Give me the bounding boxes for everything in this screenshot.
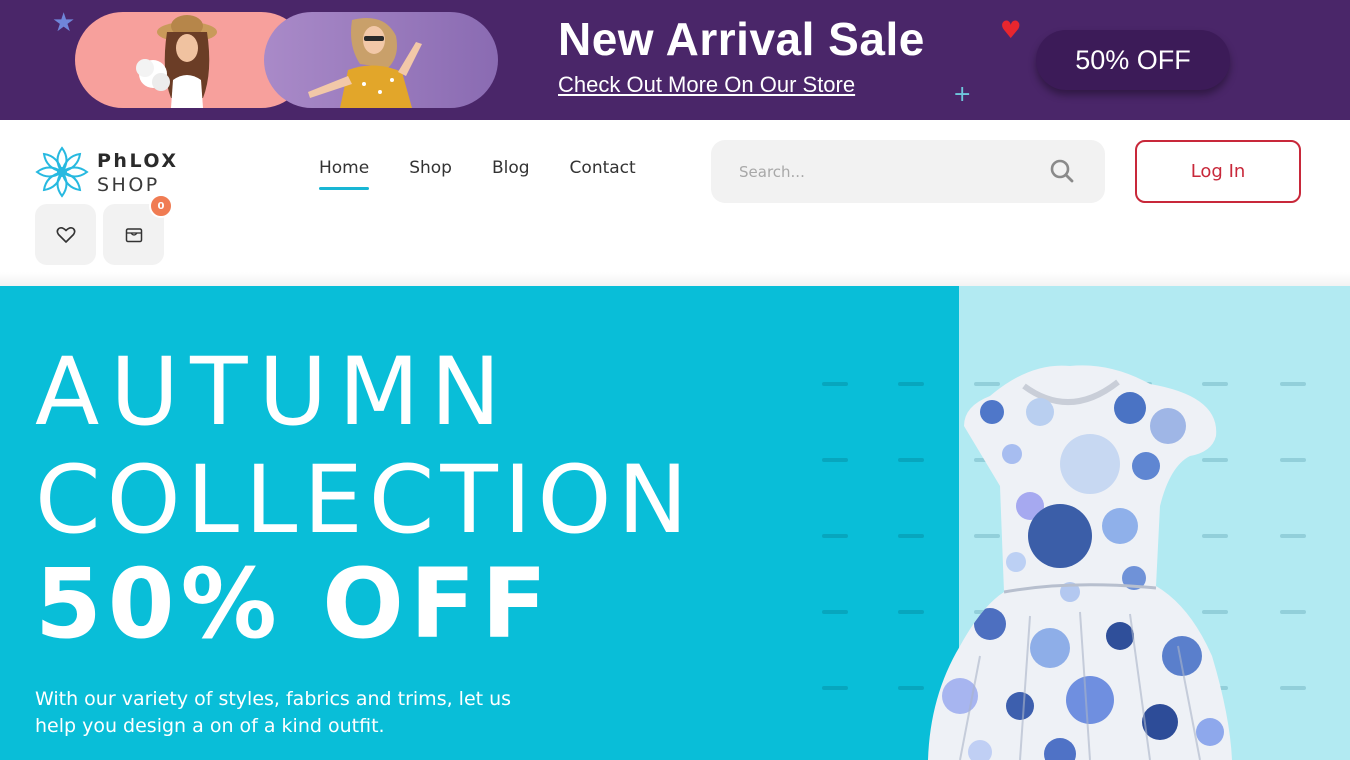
- hero-heading-line1: AUTUMN: [35, 338, 512, 447]
- decorative-dash: [1280, 458, 1306, 462]
- site-header: PhLOX SHOP Home Shop Blog Contact Log In…: [0, 120, 1350, 280]
- wishlist-heart-icon: [56, 226, 75, 243]
- cart-bag-icon: [125, 227, 142, 242]
- decorative-dash: [822, 610, 848, 614]
- decorative-dash: [822, 382, 848, 386]
- promo-discount-button[interactable]: 50% OFF: [1036, 30, 1230, 90]
- logo-flower-icon: [35, 146, 89, 198]
- search-box: [711, 140, 1105, 203]
- header-divider: [0, 272, 1350, 286]
- promo-title: New Arrival Sale: [558, 13, 925, 65]
- nav-home[interactable]: Home: [319, 158, 370, 190]
- login-button[interactable]: Log In: [1135, 140, 1301, 203]
- promo-store-link[interactable]: Check Out More On Our Store: [558, 72, 855, 98]
- star-icon: ★: [52, 8, 76, 38]
- decorative-dash: [822, 458, 848, 462]
- decorative-dash: [1280, 610, 1306, 614]
- search-icon[interactable]: [1049, 158, 1075, 184]
- decorative-dash: [822, 534, 848, 538]
- hero-heading-line2: COLLECTION: [35, 446, 694, 555]
- nav-contact[interactable]: Contact: [570, 158, 636, 178]
- promo-banner: ★ New Arrival Sale Check Out More On Our…: [0, 0, 1350, 120]
- dress-product-image: [928, 365, 1232, 760]
- hero-heading-line3: 50% OFF: [35, 548, 553, 660]
- promo-model-image-2: [264, 12, 498, 108]
- decorative-dash: [822, 686, 848, 690]
- site-logo[interactable]: PhLOX SHOP: [33, 144, 193, 200]
- cart-count-badge: 0: [149, 194, 173, 218]
- decorative-dash: [1280, 382, 1306, 386]
- decorative-dash: [1280, 686, 1306, 690]
- logo-text-line2: SHOP: [97, 174, 160, 196]
- hero-subtitle: With our variety of styles, fabrics and …: [35, 688, 512, 737]
- main-nav: Home Shop Blog Contact: [319, 158, 636, 190]
- nav-blog[interactable]: Blog: [492, 158, 530, 178]
- search-input[interactable]: [739, 140, 1039, 203]
- hero-banner: AUTUMN COLLECTION 50% OFF With our varie…: [0, 286, 1350, 760]
- logo-text-line1: PhLOX: [97, 150, 179, 172]
- heart-icon: ♥: [1000, 16, 1022, 44]
- wishlist-button[interactable]: [35, 204, 96, 265]
- plus-icon: +: [953, 82, 972, 107]
- nav-shop[interactable]: Shop: [409, 158, 452, 178]
- decorative-dash: [1280, 534, 1306, 538]
